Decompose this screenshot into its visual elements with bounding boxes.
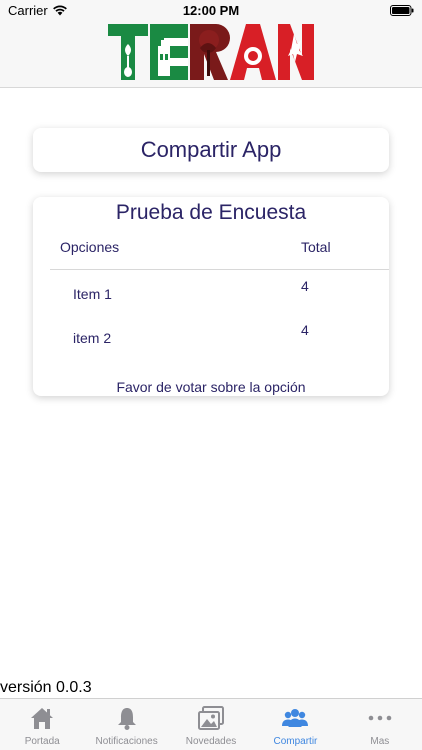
tab-portada[interactable]: Portada bbox=[0, 699, 84, 750]
tab-label: Novedades bbox=[185, 736, 237, 747]
bell-icon bbox=[117, 708, 136, 730]
column-header-options: Opciones bbox=[60, 239, 120, 255]
status-time: 12:00 PM bbox=[182, 3, 240, 18]
tab-bar: Portada Notificaciones Novedades Compart… bbox=[0, 698, 422, 750]
photos-icon bbox=[198, 706, 225, 730]
people-icon bbox=[282, 709, 309, 727]
survey-total-item-2: 4 bbox=[301, 322, 309, 338]
survey-card: Prueba de Encuesta Opciones Total Item 1… bbox=[33, 197, 389, 396]
battery-icon bbox=[390, 5, 414, 16]
survey-total-item-1: 4 bbox=[301, 278, 309, 294]
tab-mas[interactable]: Mas bbox=[338, 699, 422, 750]
survey-title: Prueba de Encuesta bbox=[115, 201, 307, 224]
survey-option-item-1[interactable]: Item 1 bbox=[73, 286, 112, 302]
tab-novedades[interactable]: Novedades bbox=[169, 699, 253, 750]
survey-option-item-2[interactable]: item 2 bbox=[73, 330, 111, 346]
tab-label: Compartir bbox=[273, 736, 318, 747]
share-app-button[interactable]: Compartir App bbox=[33, 128, 389, 172]
more-icon bbox=[368, 715, 392, 721]
app-header bbox=[0, 22, 422, 88]
tab-compartir[interactable]: Compartir bbox=[253, 699, 337, 750]
tab-notificaciones[interactable]: Notificaciones bbox=[84, 699, 168, 750]
tab-label: Mas bbox=[370, 736, 390, 747]
tab-label: Notificaciones bbox=[95, 736, 158, 747]
survey-footnote: Favor de votar sobre la opción bbox=[116, 379, 306, 395]
status-bar: Carrier 12:00 PM bbox=[0, 0, 422, 22]
share-app-label: Compartir App bbox=[140, 137, 282, 162]
tab-label: Portada bbox=[24, 736, 60, 747]
divider bbox=[50, 269, 389, 270]
column-header-total: Total bbox=[301, 239, 331, 255]
version-label: versión 0.0.3 bbox=[0, 679, 92, 696]
home-icon bbox=[31, 708, 54, 729]
teran-logo bbox=[108, 24, 314, 80]
